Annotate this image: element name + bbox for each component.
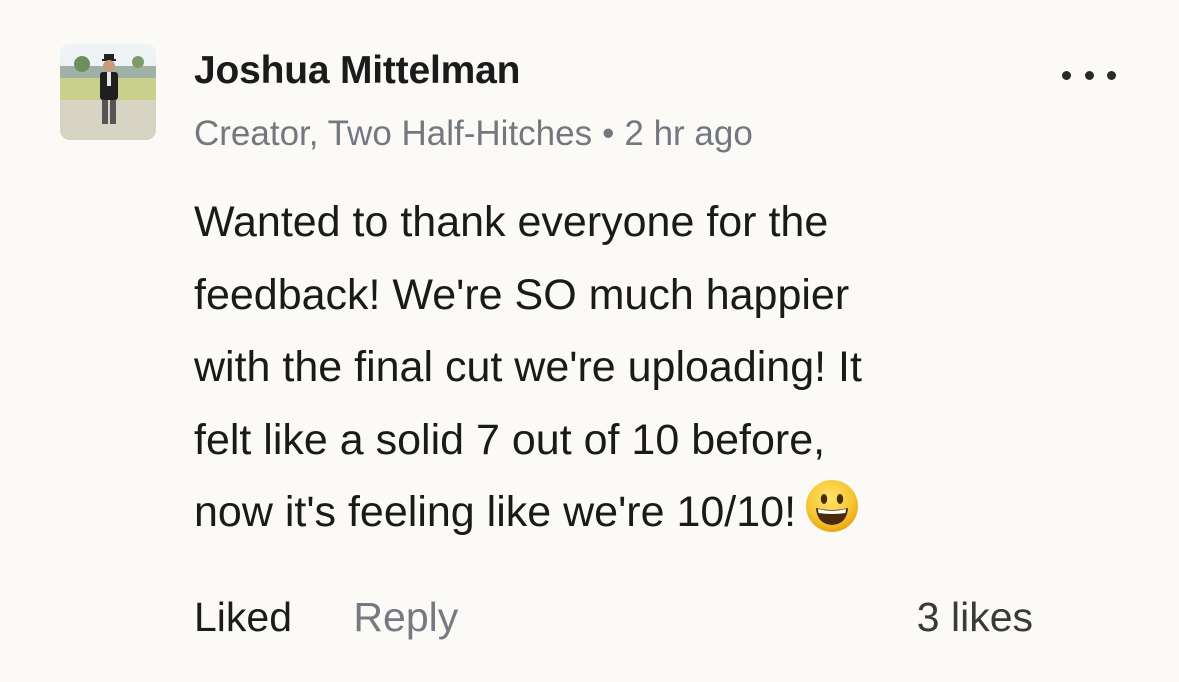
comment-line: Wanted to thank everyone for the xyxy=(194,198,829,246)
likes-count[interactable]: 3 likes xyxy=(917,594,1033,641)
comment-line-text: now it's feeling like we're 10/10! xyxy=(194,488,797,536)
meta-separator: • xyxy=(602,114,615,153)
reply-button[interactable]: Reply xyxy=(353,594,458,640)
avatar[interactable] xyxy=(60,44,156,140)
comment-meta: Creator, Two Half-Hitches • 2 hr ago xyxy=(194,114,753,154)
author-name[interactable]: Joshua Mittelman xyxy=(194,49,520,93)
timestamp[interactable]: 2 hr ago xyxy=(624,114,752,153)
grinning-face-emoji-icon xyxy=(806,480,859,532)
more-dot xyxy=(1062,70,1071,80)
more-dot xyxy=(1107,70,1116,80)
author-role: Creator, Two Half-Hitches xyxy=(194,114,593,153)
more-dot xyxy=(1084,70,1094,80)
comment-body: Wanted to thank everyone for the feedbac… xyxy=(194,186,1094,549)
liked-button[interactable]: Liked xyxy=(194,594,292,640)
comment-line: felt like a solid 7 out of 10 before, xyxy=(194,415,826,464)
profile-photo xyxy=(60,44,156,140)
comment-card: Joshua Mittelman Creator, Two Half-Hitch… xyxy=(0,0,1179,682)
comment-line-last: now it's feeling like we're 10/10! xyxy=(194,476,1094,549)
more-options-icon[interactable] xyxy=(1062,64,1116,86)
comment-actions: Liked Reply xyxy=(194,594,458,641)
comment-line: feedback! We're SO much happier xyxy=(194,270,850,319)
comment-line: with the final cut we're uploading! It xyxy=(194,343,862,391)
